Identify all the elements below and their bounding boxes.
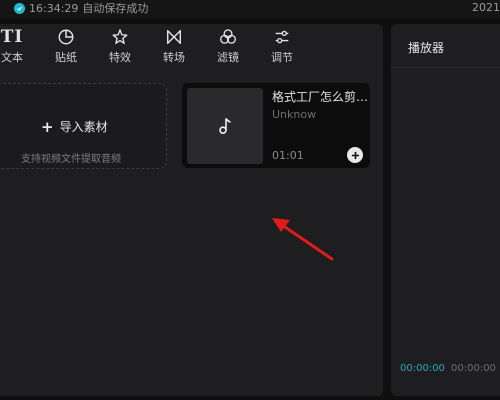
media-duration: 01:01 (272, 149, 304, 162)
player-current-time: 00:00:00 (400, 363, 445, 374)
adjust-icon (273, 26, 291, 48)
text-icon: TI (0, 27, 24, 47)
tool-filter[interactable]: 滤镜 (208, 26, 248, 66)
autosave-time: 16:34:29 (29, 1, 79, 15)
tool-adjust-label: 调节 (271, 51, 293, 64)
tool-effects-label: 特效 (109, 51, 131, 64)
player-panel: 播放器 00:00:00 00:00:00 (391, 24, 500, 396)
tool-filter-label: 滤镜 (217, 51, 239, 64)
plus-icon (351, 151, 359, 159)
import-dropzone[interactable]: + 导入素材 支持视频文件提取音频 (0, 83, 167, 169)
autosave-message: 自动保存成功 (82, 2, 149, 15)
media-thumbnail (187, 88, 263, 164)
import-hint: 支持视频文件提取音频 (21, 154, 121, 165)
media-artist: Unknow (272, 108, 317, 121)
music-note-icon (219, 118, 231, 134)
autosave-status: 16:34:29 自动保存成功 (14, 0, 148, 16)
filter-icon (219, 26, 237, 48)
player-divider (391, 67, 500, 68)
check-circle-icon (14, 2, 25, 14)
sticker-icon (57, 26, 75, 48)
material-toolbar: TI 文本 贴纸 特效 转场 滤镜 调节 (0, 24, 383, 68)
transition-icon (165, 26, 183, 48)
status-bar: 16:34:29 自动保存成功 2021 (0, 0, 500, 18)
tool-effects[interactable]: 特效 (100, 26, 140, 66)
media-item-card[interactable]: 格式工厂怎么剪… Unknow 01:01 (182, 83, 370, 168)
effects-icon (111, 26, 129, 48)
player-title: 播放器 (408, 41, 445, 55)
tool-text-label: 文本 (1, 51, 23, 64)
status-date: 2021 (472, 1, 500, 14)
media-title: 格式工厂怎么剪… (272, 90, 369, 104)
tool-transition-label: 转场 (163, 51, 185, 64)
add-to-track-button[interactable] (347, 147, 363, 163)
tool-adjust[interactable]: 调节 (262, 26, 302, 66)
player-total-time: 00:00:00 (451, 363, 496, 374)
annotation-arrow (272, 218, 334, 261)
tool-sticker[interactable]: 贴纸 (46, 26, 86, 66)
tool-transition[interactable]: 转场 (154, 26, 194, 66)
import-media-label: 导入素材 (59, 120, 108, 134)
tool-text[interactable]: TI 文本 (0, 26, 32, 66)
media-panel: TI 文本 贴纸 特效 转场 滤镜 调节 + 导入素材 支持视频文件提取音频 格… (0, 24, 383, 396)
tool-sticker-label: 贴纸 (55, 51, 77, 64)
plus-icon: + (41, 117, 54, 136)
import-media-button[interactable]: + 导入素材 (41, 118, 108, 135)
